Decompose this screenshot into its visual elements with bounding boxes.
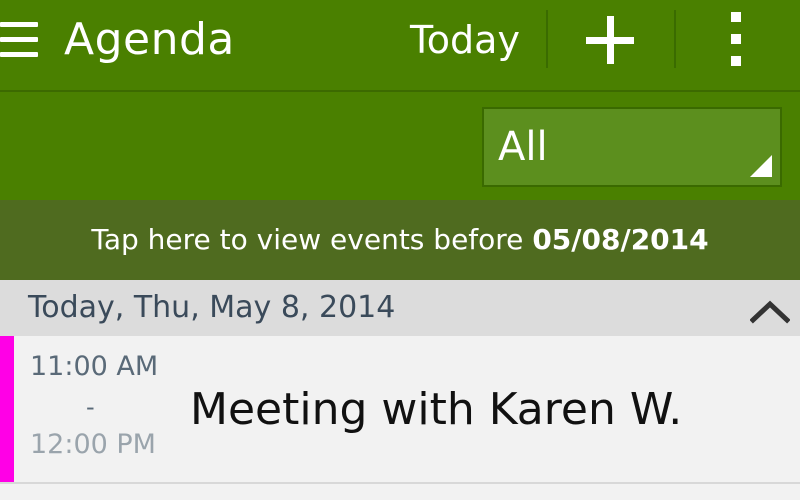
view-earlier-events-banner[interactable]: Tap here to view events before 05/08/201…	[0, 200, 800, 280]
day-header[interactable]: Today, Thu, May 8, 2014	[0, 280, 800, 336]
filter-bar: All	[0, 90, 800, 200]
calendar-filter-select[interactable]: All	[482, 107, 782, 187]
filter-selected-value: All	[498, 124, 548, 170]
event-time-separator: -	[86, 393, 95, 421]
row-divider	[0, 482, 800, 484]
event-start-time: 11:00 AM	[30, 351, 159, 382]
event-color-bar	[0, 336, 14, 482]
event-row[interactable]: 11:00 AM - 12:00 PM Meeting with Karen W…	[0, 336, 800, 482]
more-vert-icon[interactable]	[712, 8, 762, 68]
action-divider	[546, 10, 548, 68]
banner-date: 05/08/2014	[532, 223, 709, 256]
chevron-up-icon[interactable]	[750, 298, 790, 324]
menu-icon[interactable]	[0, 22, 40, 58]
event-title: Meeting with Karen W.	[190, 384, 683, 435]
dropdown-triangle-icon	[750, 155, 772, 177]
today-button[interactable]: Today	[400, 10, 530, 70]
day-header-label: Today, Thu, May 8, 2014	[28, 290, 396, 325]
action-bar: Agenda Today	[0, 0, 800, 90]
event-end-time: 12:00 PM	[30, 429, 156, 460]
app-title: Agenda	[64, 14, 235, 65]
add-icon[interactable]	[575, 10, 645, 70]
action-divider	[674, 10, 676, 68]
banner-text: Tap here to view events before	[91, 223, 533, 256]
